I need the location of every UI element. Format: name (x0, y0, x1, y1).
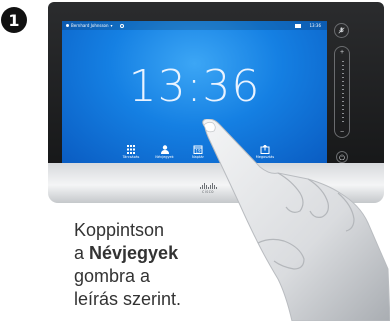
clock-display: 13:36 (128, 61, 261, 112)
volume-ticks (342, 61, 344, 125)
user-menu[interactable]: Bernhard Johnsson ▾ (66, 23, 113, 28)
mute-mic-button[interactable] (334, 23, 349, 38)
status-bar: Bernhard Johnsson ▾ 13:36 (62, 21, 327, 30)
dock-label: Névjegyek (155, 155, 174, 159)
chevron-down-icon: ▾ (110, 23, 113, 28)
camera-icon[interactable] (295, 23, 302, 28)
dock-label: Tárcsázás (122, 155, 140, 159)
dock-item-dial[interactable]: Tárcsázás (118, 145, 144, 159)
status-time: 13:36 (309, 23, 321, 28)
volume-up-icon[interactable]: + (335, 49, 349, 56)
instruction-emphasis: Névjegyek (89, 243, 179, 263)
dock-item-contacts[interactable]: Névjegyek (152, 145, 178, 159)
keypad-icon (127, 145, 135, 154)
contacts-icon (160, 145, 169, 154)
pointing-hand-illustration (202, 119, 390, 321)
user-icon (66, 24, 69, 27)
microphone-icon (338, 27, 345, 34)
user-name: Bernhard Johnsson (71, 23, 109, 28)
instruction-prefix: a (74, 243, 90, 263)
gear-icon[interactable] (119, 23, 124, 28)
step-number-badge: 1 (1, 7, 27, 33)
